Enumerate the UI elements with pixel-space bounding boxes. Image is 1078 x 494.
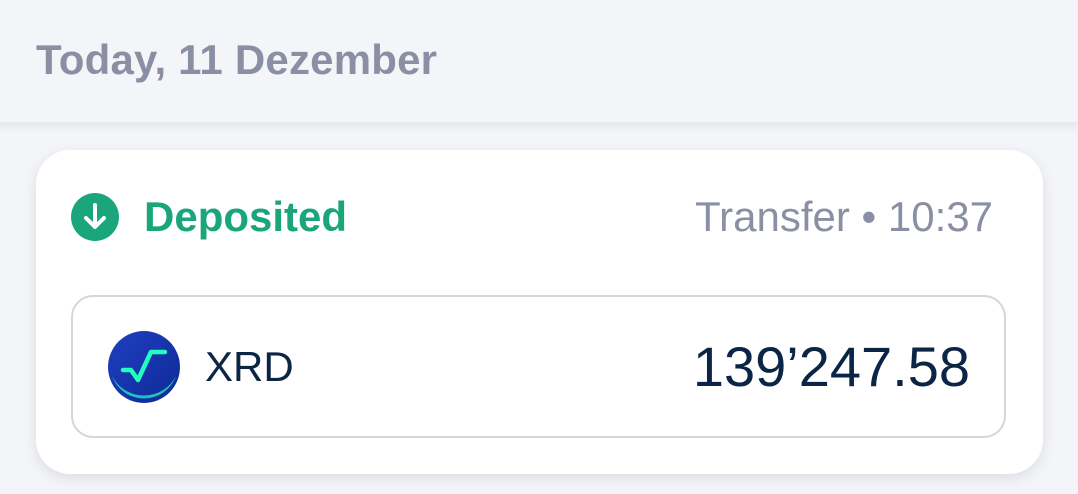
transaction-card[interactable]: Deposited Transfer • 10:37 XRD 139’247.5…	[36, 150, 1043, 474]
token-symbol: XRD	[205, 343, 294, 390]
header-divider-shadow	[0, 122, 1078, 134]
radix-token-icon	[108, 331, 180, 403]
arrow-down-circle-icon	[71, 193, 119, 241]
transaction-history-screen: Today, 11 Dezember Deposited Transfer • …	[0, 0, 1078, 494]
date-section-header: Today, 11 Dezember	[36, 36, 438, 83]
asset-row[interactable]: XRD 139’247.58	[71, 295, 1006, 438]
deposited-status-label: Deposited	[144, 193, 348, 240]
token-amount: 139’247.58	[692, 335, 970, 398]
transaction-type-time: Transfer • 10:37	[695, 193, 993, 240]
